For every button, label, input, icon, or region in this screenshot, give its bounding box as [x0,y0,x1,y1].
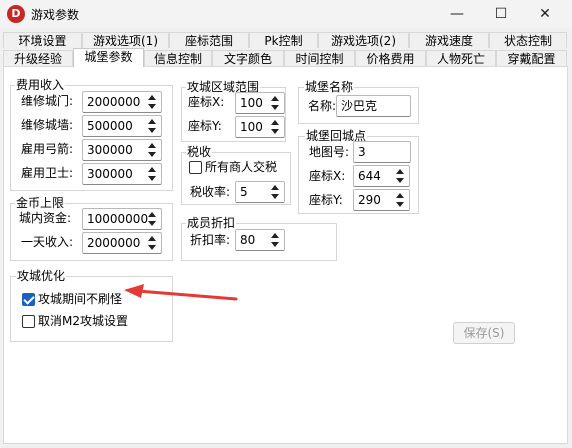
all-merchants-tax-checkbox[interactable] [189,161,202,174]
tab-level-exp[interactable]: 升级经验 [3,50,73,66]
title-bar: D 游戏参数 — ☐ ✕ [0,0,572,28]
close-button[interactable]: ✕ [522,0,568,28]
siege-x-stepper[interactable]: 100 [235,92,285,114]
castle-name-value: 沙巴克 [341,99,378,113]
repair-gate-stepper[interactable]: 2000000 [82,91,162,113]
tab-pk-control[interactable]: Pk控制 [249,32,318,48]
minimize-button[interactable]: — [434,0,480,28]
tab-castle-params[interactable]: 城堡参数 [73,48,144,67]
return-y-stepper[interactable]: 290 [353,189,410,211]
no-refresh-monsters-checkbox[interactable] [22,293,35,306]
hire-archer-value: 300000 [87,143,133,157]
tab-environment[interactable]: 环境设置 [3,32,82,48]
spin-arrows-icon[interactable] [393,168,407,184]
tab-row-1: 环境设置 游戏选项(1) 座标范围 Pk控制 游戏选项(2) 游戏速度 状态控制 [0,32,572,49]
daily-income-value: 2000000 [87,236,141,250]
spin-arrows-icon[interactable] [145,94,159,110]
spin-arrows-icon[interactable] [145,118,159,134]
discount-group-title: 成员折扣 [186,216,237,230]
repair-wall-label: 维修城墙: [21,118,74,132]
siege-y-label: 座标Y: [188,119,222,133]
no-refresh-monsters-label[interactable]: 攻城期间不刷怪 [38,292,122,306]
repair-gate-value: 2000000 [87,95,141,109]
return-x-stepper[interactable]: 644 [353,165,410,187]
map-id-label: 地图号: [309,145,350,159]
maximize-button[interactable]: ☐ [478,0,524,28]
tab-row-2: 升级经验 城堡参数 信息控制 文字颜色 时间控制 价格费用 人物死亡 穿戴配置 [0,48,572,67]
spin-arrows-icon[interactable] [268,119,282,135]
tab-equip-config[interactable]: 穿戴配置 [496,50,567,66]
tab-text-color[interactable]: 文字颜色 [212,50,284,66]
repair-wall-value: 500000 [87,119,133,133]
siege-opt-group-title: 攻城优化 [16,269,67,283]
spin-arrows-icon[interactable] [145,211,159,227]
tax-group-title: 税收 [186,145,213,159]
discount-rate-label: 折扣率: [190,233,231,247]
tax-rate-label: 税收率: [190,185,231,199]
return-x-value: 644 [358,169,381,183]
siege-y-value: 100 [240,120,263,134]
cancel-m2-siege-label[interactable]: 取消M2攻城设置 [38,314,128,328]
map-id-value: 3 [358,145,366,159]
spin-arrows-icon[interactable] [145,166,159,182]
castle-name-group-title: 城堡名称 [304,80,355,94]
siege-x-label: 座标X: [188,95,225,109]
hire-archer-label: 雇用弓箭: [21,142,74,156]
window-title: 游戏参数 [31,8,80,22]
return-x-label: 座标X: [309,169,346,183]
annotation-arrow-icon [124,284,238,301]
save-button[interactable]: 保存(S) [453,322,515,344]
siege-x-value: 100 [240,96,263,110]
map-id-field[interactable]: 3 [353,141,411,163]
spin-arrows-icon[interactable] [268,232,282,248]
repair-wall-stepper[interactable]: 500000 [82,115,162,137]
city-funds-value: 10000000 [87,212,149,226]
daily-income-stepper[interactable]: 2000000 [82,232,162,254]
gold-limit-group-title: 金币上限 [15,196,66,210]
discount-rate-value: 80 [240,233,256,247]
discount-rate-stepper[interactable]: 80 [235,229,285,251]
hire-archer-stepper[interactable]: 300000 [82,139,162,161]
repair-gate-label: 维修城门: [21,94,74,108]
siege-y-stepper[interactable]: 100 [235,116,285,138]
tab-game-speed[interactable]: 游戏速度 [409,32,489,48]
hire-guard-value: 300000 [87,167,133,181]
spin-arrows-icon[interactable] [145,235,159,251]
tab-coord-range[interactable]: 座标范围 [169,32,249,48]
spin-arrows-icon[interactable] [393,192,407,208]
tab-game-options-1[interactable]: 游戏选项(1) [82,32,169,48]
tab-price-fees[interactable]: 价格费用 [355,50,426,66]
hire-guard-label: 雇用卫士: [21,166,74,180]
city-funds-label: 城内资金: [19,211,72,225]
spin-arrows-icon[interactable] [268,95,282,111]
spin-arrows-icon[interactable] [145,142,159,158]
return-y-value: 290 [358,193,381,207]
cancel-m2-siege-checkbox[interactable] [22,315,35,328]
all-merchants-tax-label[interactable]: 所有商人交税 [205,160,277,174]
tax-rate-stepper[interactable]: 5 [235,181,285,203]
castle-name-label: 名称: [308,99,337,113]
spin-arrows-icon[interactable] [268,184,282,200]
app-logo-icon: D [7,5,25,23]
return-y-label: 座标Y: [309,193,343,207]
castle-name-field[interactable]: 沙巴克 [336,95,411,117]
tab-time-control[interactable]: 时间控制 [284,50,355,66]
hire-guard-stepper[interactable]: 300000 [82,163,162,185]
tab-status-control[interactable]: 状态控制 [489,32,567,48]
tab-char-death[interactable]: 人物死亡 [426,50,496,66]
tab-game-options-2[interactable]: 游戏选项(2) [318,32,409,48]
tax-rate-value: 5 [240,185,248,199]
tab-info-control[interactable]: 信息控制 [144,50,212,66]
city-funds-stepper[interactable]: 10000000 [82,208,162,230]
daily-income-label: 一天收入: [21,235,74,249]
fees-group-title: 费用收入 [15,78,66,92]
